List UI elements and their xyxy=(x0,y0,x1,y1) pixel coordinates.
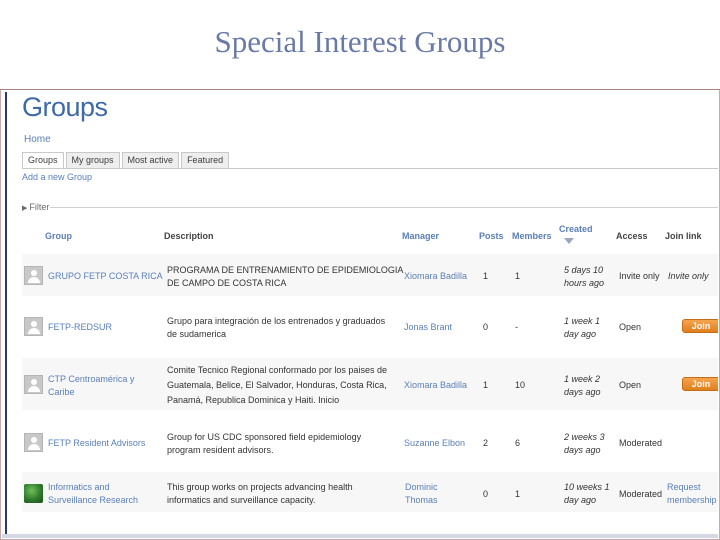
created-date: 10 weeks 1 xyxy=(564,482,610,492)
group-name-link[interactable]: GRUPO FETP COSTA RICA xyxy=(48,270,163,282)
triangle-right-icon: ▶ xyxy=(22,205,28,212)
add-group-link[interactable]: Add a new Group xyxy=(22,172,92,182)
column-header-join-link: Join link xyxy=(665,231,702,241)
group-description: PROGRAMA DE ENTRENAMIENTO DE EPIDEMIOLOG… xyxy=(167,265,404,275)
column-header-group[interactable]: Group xyxy=(45,231,72,241)
join-button[interactable]: Join xyxy=(682,319,718,333)
filter-divider xyxy=(50,207,718,208)
members-count: 6 xyxy=(515,438,521,448)
column-header-access: Access xyxy=(616,231,648,241)
manager-link[interactable]: Xiomara Badilla xyxy=(404,270,467,282)
group-description: This group works on projects advancing h… xyxy=(167,482,353,492)
posts-count: 0 xyxy=(483,322,489,332)
tab-groups[interactable]: Groups xyxy=(22,152,64,169)
join-button[interactable]: Join xyxy=(682,377,718,391)
left-border xyxy=(5,92,7,538)
column-header-members[interactable]: Members xyxy=(512,231,552,241)
manager-link[interactable]: Thomas xyxy=(405,494,438,506)
created-date: 1 week 1 xyxy=(564,316,601,326)
posts-count: 0 xyxy=(483,489,489,499)
join-status: Invite only xyxy=(668,271,709,281)
user-avatar-icon xyxy=(24,375,43,394)
tab-featured[interactable]: Featured xyxy=(181,152,230,169)
request-membership-link[interactable]: Request xyxy=(667,481,701,493)
group-description: program resident advisors. xyxy=(167,445,274,455)
members-count: 1 xyxy=(515,271,521,281)
page-title: Groups xyxy=(22,92,108,122)
tab-most-active[interactable]: Most active xyxy=(121,152,180,169)
created-date: day ago xyxy=(564,329,597,339)
group-description: Guatemala, Belice, El Salvador, Honduras… xyxy=(167,380,387,390)
group-name-link[interactable]: Informatics and xyxy=(48,481,110,493)
access-type: Invite only xyxy=(619,271,660,281)
access-type: Moderated xyxy=(619,489,663,499)
group-description: DE CAMPO DE COSTA RICA xyxy=(167,278,287,288)
request-membership-link[interactable]: membership xyxy=(667,494,717,506)
members-count: 1 xyxy=(515,489,521,499)
slide-title-bar: Special Interest Groups xyxy=(0,0,720,90)
user-avatar-icon xyxy=(24,433,43,452)
column-header-created[interactable]: Created xyxy=(559,224,593,234)
created-date: days ago xyxy=(564,445,601,455)
posts-count: 1 xyxy=(483,380,489,390)
created-date: 1 week 2 xyxy=(564,374,601,384)
breadcrumb-home-link[interactable]: Home xyxy=(24,134,51,145)
tab-divider xyxy=(22,168,718,169)
group-name-link[interactable]: CTP Centroamérica y xyxy=(48,373,134,385)
group-description: de sudamerica xyxy=(167,329,227,339)
group-description: Comite Tecnico Regional conformado por l… xyxy=(167,365,387,375)
posts-count: 2 xyxy=(483,438,489,448)
group-name-link[interactable]: Caribe xyxy=(48,386,75,398)
group-description: Grupo para integración de los entrenados… xyxy=(167,316,386,326)
group-description: Group for US CDC sponsored field epidemi… xyxy=(167,432,362,442)
access-type: Open xyxy=(619,380,642,390)
column-header-manager[interactable]: Manager xyxy=(402,231,439,241)
manager-link[interactable]: Jonas Brant xyxy=(404,321,452,333)
created-date: day ago xyxy=(564,495,597,505)
manager-link[interactable]: Suzanne Elbon xyxy=(404,437,465,449)
group-name-link[interactable]: Surveillance Research xyxy=(48,494,138,506)
column-header-posts[interactable]: Posts xyxy=(479,231,504,241)
access-type: Moderated xyxy=(619,438,663,448)
table-row xyxy=(22,472,718,512)
manager-link[interactable]: Dominic xyxy=(405,481,438,493)
group-name-link[interactable]: FETP Resident Advisors xyxy=(48,437,145,449)
filter-toggle[interactable]: ▶ Filter xyxy=(22,202,49,212)
created-date: hours ago xyxy=(564,278,605,288)
sort-desc-icon xyxy=(564,238,574,244)
user-avatar-icon xyxy=(24,317,43,336)
posts-count: 1 xyxy=(483,271,489,281)
slide-title: Special Interest Groups xyxy=(214,24,506,59)
horizontal-scrollbar[interactable] xyxy=(2,534,718,538)
manager-link[interactable]: Xiomara Badilla xyxy=(404,379,467,391)
access-type: Open xyxy=(619,322,642,332)
column-header-description: Description xyxy=(164,231,214,241)
filter-label: Filter xyxy=(29,202,50,212)
group-description: Panamá, Republica Dominica y Haiti. Inic… xyxy=(167,395,340,405)
members-count: - xyxy=(515,322,518,332)
created-date: 2 weeks 3 xyxy=(564,432,605,442)
created-date: days ago xyxy=(564,387,601,397)
tab-my-groups[interactable]: My groups xyxy=(65,152,120,169)
created-date: 5 days 10 xyxy=(564,265,604,275)
group-description: informatics and surveillance capacity. xyxy=(167,495,316,505)
groups-screenshot: Groups Home Groups My groups Most active… xyxy=(2,92,718,538)
globe-icon xyxy=(24,484,43,503)
members-count: 10 xyxy=(515,380,526,390)
tab-bar: Groups My groups Most active Featured xyxy=(22,152,231,169)
group-name-link[interactable]: FETP-REDSUR xyxy=(48,321,112,333)
user-avatar-icon xyxy=(24,266,43,285)
